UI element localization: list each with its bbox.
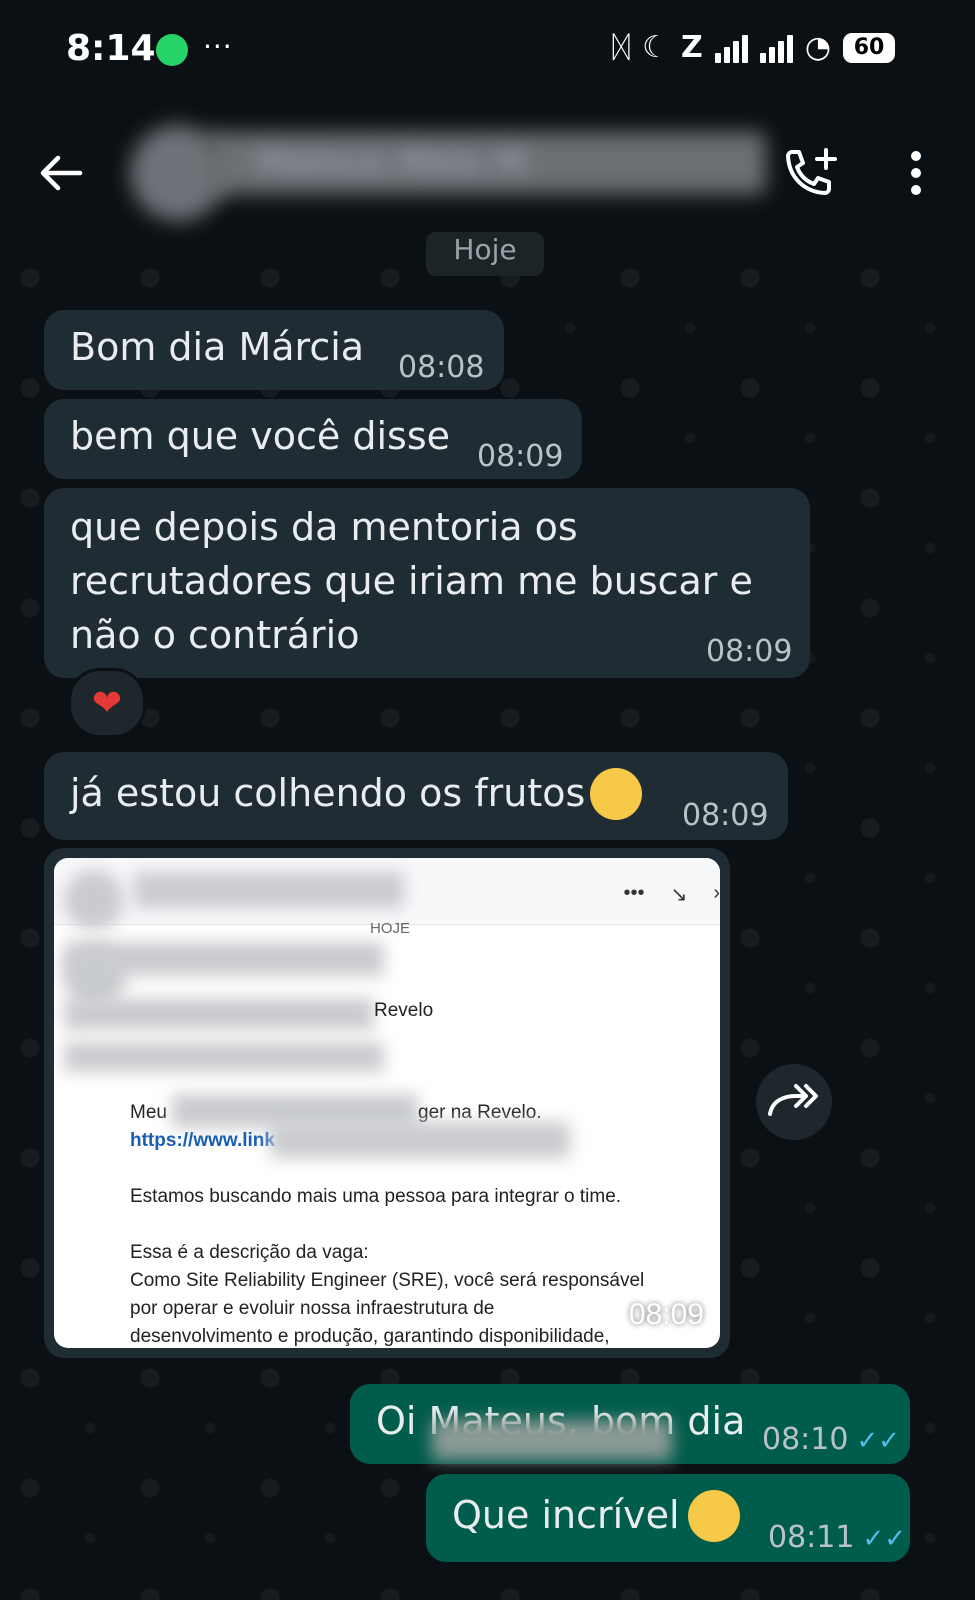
message-time: 08:11 ✓✓ — [768, 1520, 906, 1555]
signal-2-icon — [759, 33, 793, 63]
blurred-title — [64, 998, 374, 1030]
moon-icon: ☾ — [642, 30, 670, 65]
forward-button[interactable] — [756, 1064, 832, 1140]
message-bubble[interactable]: Oi Mateus, bom dia 08:10✓✓ — [350, 1384, 910, 1464]
forward-icon — [768, 1084, 818, 1116]
status-bar: 8:14 ··· ᛞ ☾ 𝗭 ◔ 60 — [0, 0, 975, 100]
heart-icon: ❤ — [91, 682, 123, 724]
contact-name[interactable]: Mateus Melo M — [206, 132, 766, 194]
time-text: 08:11 — [768, 1520, 855, 1555]
add-call-icon[interactable] — [782, 148, 840, 202]
message-time: 08:09 — [706, 634, 793, 669]
close-icon: › — [713, 882, 720, 904]
shared-screenshot[interactable]: ••• ↘ › HOJE Revelo Meu ger na Revelo. h… — [54, 858, 720, 1348]
screenshot-line: Como Site Reliability Engineer (SRE), vo… — [130, 1270, 645, 1291]
battery-icon: 60 — [843, 32, 895, 63]
message-text: bem que você disse — [70, 414, 450, 458]
screenshot-line: desenvolvimento e produção, garantindo d… — [130, 1326, 610, 1347]
smiling-face-with-hearts-emoji-icon — [688, 1490, 740, 1542]
back-arrow-icon[interactable] — [38, 150, 84, 196]
screenshot-line: Estamos buscando mais uma pessoa para in… — [130, 1186, 622, 1207]
blurred-name — [432, 1420, 672, 1460]
screenshot-toolbar: ••• ↘ › — [624, 882, 720, 907]
collapse-icon: ↘ — [670, 884, 688, 906]
message-line: que depois da mentoria os — [70, 505, 578, 549]
message-text: Que incrível — [452, 1493, 680, 1537]
message-time: 08:10 ✓✓ — [762, 1422, 900, 1457]
more-notifications-icon: ··· — [203, 30, 233, 63]
time-text: 08:10 — [762, 1422, 849, 1457]
message-bubble[interactable]: bem que você disse 08:09 — [44, 399, 582, 479]
screenshot-title-visible: Revelo — [374, 1000, 434, 1021]
status-icons: ᛞ ☾ 𝗭 ◔ 60 — [612, 30, 895, 65]
double-check-icon: ✓✓ — [862, 1524, 907, 1554]
chat-header: Mateus Melo M — [0, 100, 975, 248]
blurred-avatar — [64, 870, 124, 930]
double-check-icon: ✓✓ — [856, 1426, 901, 1456]
message-text: já estou colhendo os frutos — [70, 771, 586, 815]
message-text: Bom dia Márcia — [70, 325, 365, 369]
message-bubble[interactable]: Bom dia Márcia 08:08 — [44, 310, 504, 390]
message-time: 08:08 — [398, 350, 485, 385]
heart-reaction[interactable]: ❤ — [68, 668, 146, 738]
partying-face-emoji-icon — [590, 768, 642, 820]
date-chip: Hoje — [426, 232, 544, 276]
blurred-link — [270, 1122, 570, 1158]
mute-icon: 𝗭 — [681, 30, 703, 65]
wifi-icon: ◔ — [804, 30, 831, 65]
screenshot-header: ••• ↘ › — [54, 858, 720, 930]
screenshot-line: ger na Revelo. — [418, 1102, 542, 1123]
message-line: recrutadores que iriam me buscar e — [70, 559, 753, 603]
status-time: 8:14 — [66, 28, 156, 69]
screenshot-line: por operar e evoluir nossa infraestrutur… — [130, 1298, 495, 1319]
message-time: 08:09 — [477, 439, 564, 474]
message-time: 08:09 — [628, 1298, 704, 1331]
screenshot-link: https://www.link — [130, 1130, 275, 1151]
more-horiz-icon: ••• — [623, 882, 645, 904]
blurred-name — [134, 872, 404, 908]
bluetooth-icon: ᛞ — [612, 30, 631, 65]
image-message[interactable]: ••• ↘ › HOJE Revelo Meu ger na Revelo. h… — [44, 848, 730, 1358]
screenshot-day: HOJE — [370, 920, 411, 937]
blurred-sender — [64, 942, 384, 976]
more-vert-icon[interactable] — [908, 150, 924, 196]
message-bubble[interactable]: que depois da mentoria os recrutadores q… — [44, 488, 810, 678]
message-time: 08:09 — [682, 798, 769, 833]
whatsapp-notification-icon — [156, 34, 188, 66]
signal-1-icon — [714, 33, 748, 63]
screenshot-line: Meu — [130, 1102, 167, 1123]
message-bubble[interactable]: Que incrível 08:11 ✓✓ — [426, 1474, 910, 1562]
message-bubble[interactable]: já estou colhendo os frutos 08:09 — [44, 752, 788, 840]
screenshot-line: Essa é a descrição da vaga: — [130, 1242, 369, 1263]
message-line: não o contrário — [70, 613, 360, 657]
blurred-subtitle — [64, 1042, 384, 1072]
